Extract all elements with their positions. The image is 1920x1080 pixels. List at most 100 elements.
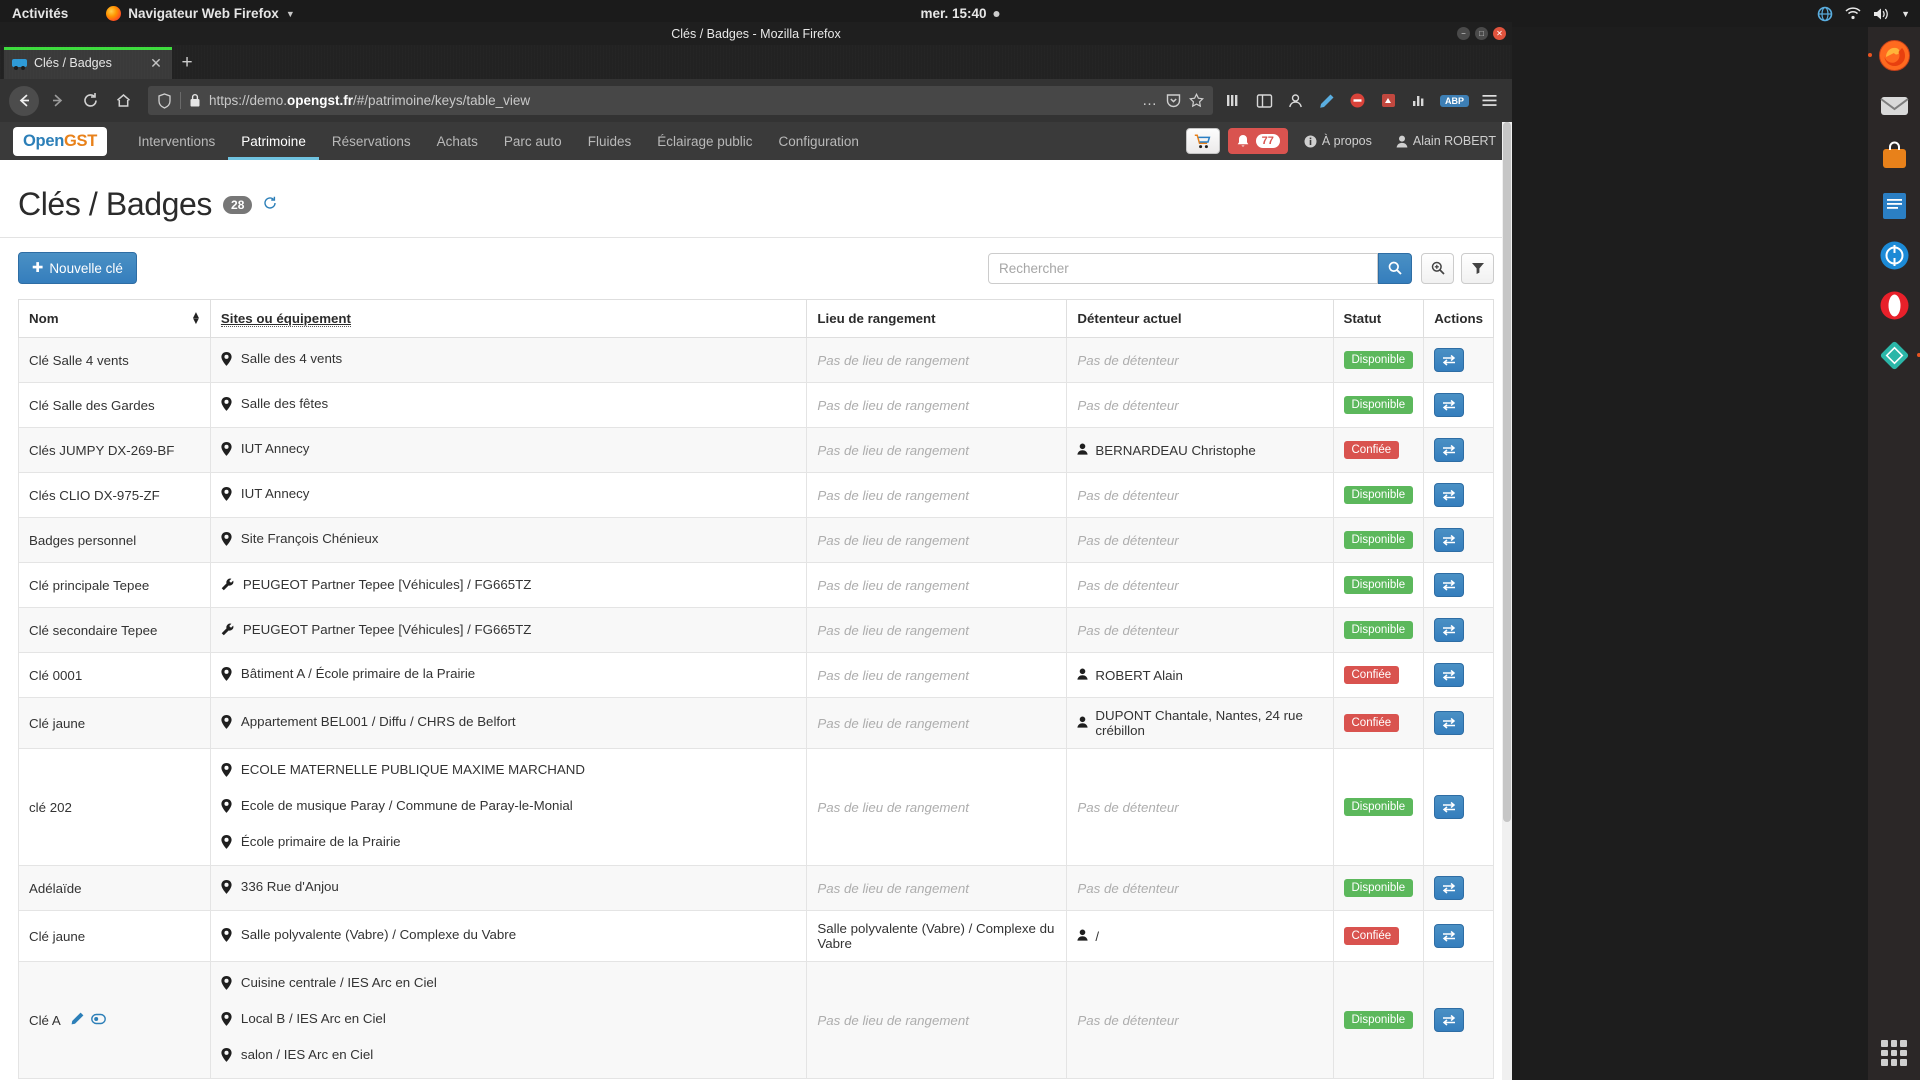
dock-software[interactable] <box>1874 135 1914 175</box>
transfer-key-button[interactable] <box>1434 711 1464 735</box>
dock-opera[interactable] <box>1874 285 1914 325</box>
dock-teamviewer[interactable] <box>1874 235 1914 275</box>
transfer-key-button[interactable] <box>1434 663 1464 687</box>
new-tab-button[interactable]: + <box>172 52 202 74</box>
table-row[interactable]: Clés CLIO DX-975-ZF IUT Annecy Pas de li… <box>19 473 1494 518</box>
site-entry[interactable]: École primaire de la Prairie <box>221 831 796 855</box>
home-button[interactable] <box>108 86 138 116</box>
transfer-key-button[interactable] <box>1434 795 1464 819</box>
url-bar[interactable]: https://demo.opengst.fr/#/patrimoine/key… <box>148 86 1213 115</box>
table-row[interactable]: Clé jaune Salle polyvalente (Vabre) / Co… <box>19 911 1494 962</box>
column-header-statut[interactable]: Statut <box>1333 300 1424 338</box>
table-row[interactable]: Clé principale Tepee PEUGEOT Partner Tep… <box>19 563 1494 608</box>
site-entry[interactable]: Appartement BEL001 / Diffu / CHRS de Bel… <box>221 711 796 735</box>
transfer-key-button[interactable] <box>1434 1008 1464 1032</box>
close-tab-icon[interactable]: ✕ <box>148 55 164 72</box>
browser-tab[interactable]: Clés / Badges ✕ <box>4 47 172 79</box>
filter-button[interactable] <box>1461 253 1494 284</box>
site-entry[interactable]: Cuisine centrale / IES Arc en Ciel <box>221 972 796 996</box>
site-entry[interactable]: Salle des fêtes <box>221 393 796 417</box>
maximize-button[interactable]: □ <box>1475 27 1488 40</box>
sidebar-icon[interactable] <box>1254 90 1276 112</box>
site-entry[interactable]: PEUGEOT Partner Tepee [Véhicules] / FG66… <box>221 574 796 597</box>
transfer-key-button[interactable] <box>1434 393 1464 417</box>
site-entry[interactable]: Salle polyvalente (Vabre) / Complexe du … <box>221 924 796 948</box>
table-row[interactable]: Badges personnel Site François Chénieux … <box>19 518 1494 563</box>
edit-pencil-icon[interactable] <box>1316 90 1338 112</box>
account-icon[interactable] <box>1285 90 1307 112</box>
search-submit-button[interactable] <box>1378 253 1412 284</box>
about-link[interactable]: À propos <box>1296 134 1380 148</box>
page-scrollbar[interactable] <box>1502 122 1512 1080</box>
minimize-button[interactable]: − <box>1457 27 1470 40</box>
nav-item-fluides[interactable]: Fluides <box>575 122 645 160</box>
library-icon[interactable] <box>1223 90 1245 112</box>
transfer-key-button[interactable] <box>1434 573 1464 597</box>
cart-button[interactable] <box>1186 128 1220 154</box>
shield-icon[interactable] <box>157 93 172 109</box>
site-entry[interactable]: IUT Annecy <box>221 438 796 462</box>
column-header-sites[interactable]: Sites ou équipement <box>210 300 806 338</box>
site-entry[interactable]: Bâtiment A / École primaire de la Prairi… <box>221 663 796 687</box>
site-entry[interactable]: salon / IES Arc en Ciel <box>221 1044 796 1068</box>
extension-icon[interactable] <box>1378 90 1400 112</box>
edit-pencil-icon[interactable] <box>71 1012 84 1028</box>
table-row[interactable]: Clé Salle des Gardes Salle des fêtes Pas… <box>19 383 1494 428</box>
column-header-nom[interactable]: Nom ▲▼ <box>19 300 211 338</box>
nav-item-reservations[interactable]: Réservations <box>319 122 424 160</box>
notifications-button[interactable]: 77 <box>1228 128 1288 154</box>
system-tray[interactable]: ▼ <box>1817 6 1910 22</box>
site-entry[interactable]: Salle des 4 vents <box>221 348 796 372</box>
clock[interactable]: mer. 15:40 <box>920 6 999 21</box>
transfer-key-button[interactable] <box>1434 438 1464 462</box>
reload-button[interactable] <box>75 86 105 116</box>
dock-firefox[interactable] <box>1874 35 1914 75</box>
dock-files[interactable] <box>1874 335 1914 375</box>
forward-button[interactable] <box>42 86 72 116</box>
site-entry[interactable]: PEUGEOT Partner Tepee [Véhicules] / FG66… <box>221 619 796 642</box>
table-row[interactable]: clé 202 ECOLE MATERNELLE PUBLIQUE MAXIME… <box>19 749 1494 866</box>
nav-item-configuration[interactable]: Configuration <box>766 122 872 160</box>
table-row[interactable]: Clés JUMPY DX-269-BF IUT Annecy Pas de l… <box>19 428 1494 473</box>
refresh-icon[interactable] <box>263 196 277 214</box>
dock-thunderbird[interactable] <box>1874 85 1914 125</box>
bookmark-star-icon[interactable] <box>1189 93 1204 108</box>
advanced-search-button[interactable] <box>1421 253 1454 284</box>
dock-writer[interactable] <box>1874 185 1914 225</box>
menu-hamburger-icon[interactable] <box>1478 90 1500 112</box>
search-input[interactable] <box>988 253 1378 284</box>
nav-item-interventions[interactable]: Interventions <box>125 122 228 160</box>
site-entry[interactable]: 336 Rue d'Anjou <box>221 876 796 900</box>
lock-icon[interactable] <box>189 93 201 108</box>
column-header-lieu[interactable]: Lieu de rangement <box>807 300 1067 338</box>
user-menu[interactable]: Alain ROBERT <box>1388 134 1504 148</box>
nav-item-eclairage-public[interactable]: Éclairage public <box>644 122 765 160</box>
new-key-button[interactable]: ✚ Nouvelle clé <box>18 252 137 284</box>
table-row[interactable]: Clé 0001 Bâtiment A / École primaire de … <box>19 653 1494 698</box>
table-row[interactable]: Clé secondaire Tepee PEUGEOT Partner Tep… <box>19 608 1494 653</box>
transfer-key-button[interactable] <box>1434 348 1464 372</box>
adblock-icon[interactable] <box>1347 90 1369 112</box>
site-entry[interactable]: Site François Chénieux <box>221 528 796 552</box>
site-entry[interactable]: ECOLE MATERNELLE PUBLIQUE MAXIME MARCHAN… <box>221 759 796 783</box>
pocket-icon[interactable] <box>1166 93 1181 108</box>
tag-icon[interactable] <box>91 1013 106 1028</box>
equalizer-icon[interactable] <box>1409 90 1431 112</box>
abp-badge[interactable]: ABP <box>1440 95 1469 107</box>
column-header-detenteur[interactable]: Détenteur actuel <box>1067 300 1333 338</box>
site-entry[interactable]: Local B / IES Arc en Ciel <box>221 1008 796 1032</box>
activities-button[interactable]: Activités <box>12 6 68 21</box>
table-row[interactable]: Clé jaune Appartement BEL001 / Diffu / C… <box>19 698 1494 749</box>
opengst-logo[interactable]: OpenGST <box>13 127 107 156</box>
nav-item-patrimoine[interactable]: Patrimoine <box>228 122 319 160</box>
transfer-key-button[interactable] <box>1434 876 1464 900</box>
transfer-key-button[interactable] <box>1434 483 1464 507</box>
back-button[interactable] <box>9 86 39 116</box>
nav-item-achats[interactable]: Achats <box>424 122 491 160</box>
site-entry[interactable]: Ecole de musique Paray / Commune de Para… <box>221 795 796 819</box>
scrollbar-thumb[interactable] <box>1503 122 1511 822</box>
close-button[interactable]: ✕ <box>1493 27 1506 40</box>
table-row[interactable]: Adélaïde 336 Rue d'Anjou Pas de lieu de … <box>19 866 1494 911</box>
app-menu-button[interactable]: Navigateur Web Firefox ▼ <box>106 6 294 21</box>
show-applications-button[interactable] <box>1881 1040 1907 1066</box>
